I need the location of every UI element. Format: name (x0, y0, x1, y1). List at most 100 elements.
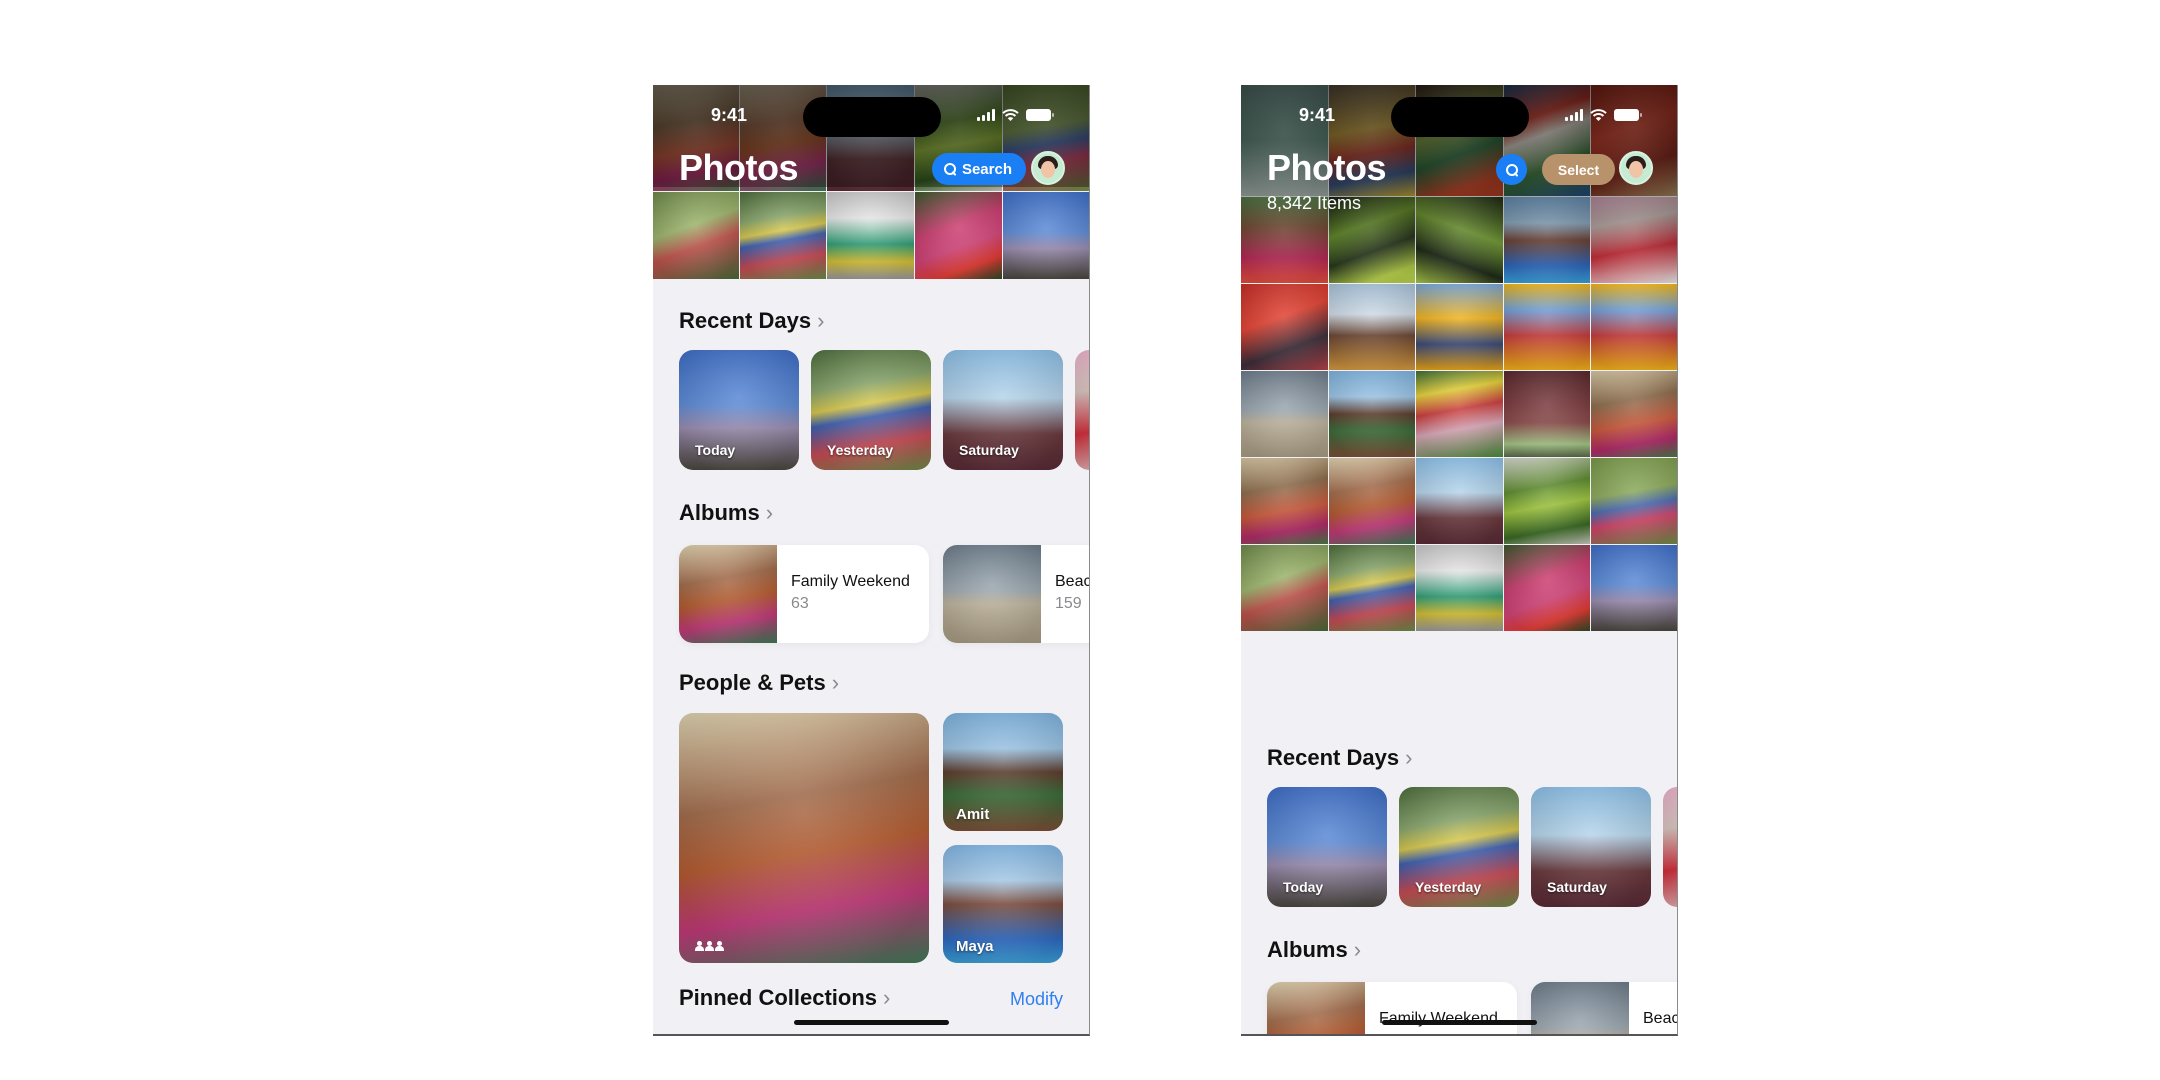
recent-days-header[interactable]: Recent Days › (679, 308, 824, 334)
album-card[interactable]: Family Weekend (1267, 982, 1517, 1034)
photo-thumbnail[interactable] (1241, 458, 1328, 544)
photo-thumbnail[interactable] (1328, 545, 1416, 631)
album-card[interactable]: Beac 159 (943, 545, 1090, 643)
album-name: Beac (1643, 1010, 1678, 1027)
people-group-icon (695, 941, 724, 951)
section-title: People & Pets (679, 670, 826, 695)
photo-thumbnail[interactable] (1241, 371, 1328, 457)
photo-thumbnail[interactable] (1416, 545, 1503, 631)
photos-app-collections-view: 9:41 Photos Search Recent Days › Today Y… (653, 85, 1090, 1036)
card-label: Yesterday (827, 442, 894, 458)
photo-thumbnail[interactable] (1503, 371, 1591, 457)
modify-button[interactable]: Modify (1010, 989, 1063, 1010)
section-title: Pinned Collections (679, 985, 878, 1010)
recent-days-header[interactable]: Recent Days › (1267, 745, 1412, 771)
card-label: Saturday (1547, 879, 1607, 895)
wifi-icon (1590, 109, 1607, 121)
person-card[interactable]: Maya (943, 845, 1063, 963)
photo-thumbnail[interactable] (1003, 192, 1089, 279)
recent-day-card[interactable]: Yesterday (811, 350, 931, 470)
album-thumbnail (1267, 982, 1365, 1034)
photo-thumbnail[interactable] (1416, 458, 1503, 544)
people-pets-header[interactable]: People & Pets › (679, 670, 839, 696)
recent-day-card[interactable] (1663, 787, 1677, 907)
album-thumbnail (679, 545, 777, 643)
pinned-collections-header[interactable]: Pinned Collections › (679, 985, 890, 1011)
albums-header[interactable]: Albums › (679, 500, 773, 526)
photo-thumbnail[interactable] (1591, 545, 1677, 631)
photo-thumbnail[interactable] (1503, 284, 1591, 370)
photo-thumbnail[interactable] (1328, 284, 1416, 370)
signal-icon (1565, 109, 1583, 121)
recent-day-card[interactable]: Saturday (943, 350, 1063, 470)
card-label: Today (1283, 879, 1324, 895)
search-button[interactable] (1496, 154, 1527, 185)
photo-thumbnail[interactable] (1241, 284, 1328, 370)
section-title: Albums (1267, 937, 1348, 962)
chevron-right-icon: › (883, 985, 891, 1010)
recent-day-card[interactable]: Today (1267, 787, 1387, 907)
chevron-right-icon: › (1405, 745, 1413, 770)
section-title: Recent Days (1267, 745, 1400, 770)
photo-thumbnail[interactable] (740, 192, 826, 279)
person-name: Maya (956, 938, 994, 955)
photo-thumbnail[interactable] (1503, 458, 1591, 544)
photo-thumbnail[interactable] (1328, 371, 1416, 457)
photo-thumbnail[interactable] (827, 192, 914, 279)
photo-thumbnail[interactable] (915, 192, 1002, 279)
chevron-right-icon: › (831, 670, 840, 695)
signal-icon (977, 109, 995, 121)
select-button[interactable]: Select (1542, 154, 1615, 185)
person-card[interactable]: Amit (943, 713, 1063, 831)
section-title: Albums (679, 500, 760, 525)
card-label: Saturday (959, 442, 1019, 458)
album-card[interactable]: Beac (1531, 982, 1678, 1034)
chevron-right-icon: › (817, 308, 825, 333)
photo-thumbnail[interactable] (1591, 371, 1677, 457)
albums-header[interactable]: Albums › (1267, 937, 1361, 963)
recent-day-card[interactable]: Today (679, 350, 799, 470)
person-name: Amit (956, 806, 990, 823)
card-label: Today (695, 442, 736, 458)
album-count: 63 (791, 595, 809, 612)
album-name: Family Weekend (791, 573, 910, 590)
recent-day-card[interactable]: Yesterday (1399, 787, 1519, 907)
search-button-label: Search (961, 160, 1012, 178)
photos-app-library-view: 9:41 Photos 8,342 Items Select Recent Da… (1241, 85, 1678, 1036)
recent-day-card[interactable] (1075, 350, 1089, 470)
page-title: Photos (1267, 147, 1387, 188)
home-indicator[interactable] (794, 1020, 949, 1025)
search-button[interactable]: Search (931, 153, 1026, 185)
battery-icon (1614, 109, 1642, 121)
battery-icon (1026, 109, 1054, 121)
card-label: Yesterday (1415, 879, 1482, 895)
album-count: 159 (1055, 595, 1082, 612)
group-people-card[interactable] (679, 713, 929, 963)
item-count: 8,342 Items (1267, 193, 1362, 213)
photo-thumbnail[interactable] (1241, 545, 1328, 631)
photo-thumbnail[interactable] (1416, 284, 1503, 370)
status-time: 9:41 (711, 105, 748, 125)
album-card[interactable]: Family Weekend 63 (679, 545, 929, 643)
chevron-right-icon: › (765, 500, 774, 525)
chevron-right-icon: › (1353, 937, 1362, 962)
photo-thumbnail[interactable] (1591, 284, 1677, 370)
profile-avatar[interactable] (1619, 151, 1653, 185)
album-thumbnail (943, 545, 1041, 643)
photo-thumbnail[interactable] (653, 192, 739, 279)
photo-thumbnail[interactable] (1328, 458, 1416, 544)
album-thumbnail (1531, 982, 1629, 1034)
status-time: 9:41 (1299, 105, 1336, 125)
search-icon (943, 163, 956, 175)
dynamic-island (803, 97, 941, 137)
album-name: Beac (1055, 573, 1090, 590)
profile-avatar[interactable] (1031, 151, 1065, 185)
page-title: Photos (679, 147, 799, 188)
recent-day-card[interactable]: Saturday (1531, 787, 1651, 907)
photo-thumbnail[interactable] (1591, 458, 1677, 544)
home-indicator[interactable] (1382, 1020, 1537, 1025)
photo-thumbnail[interactable] (1416, 371, 1503, 457)
photo-thumbnail[interactable] (1503, 545, 1591, 631)
dynamic-island (1391, 97, 1529, 137)
section-title: Recent Days (679, 308, 812, 333)
